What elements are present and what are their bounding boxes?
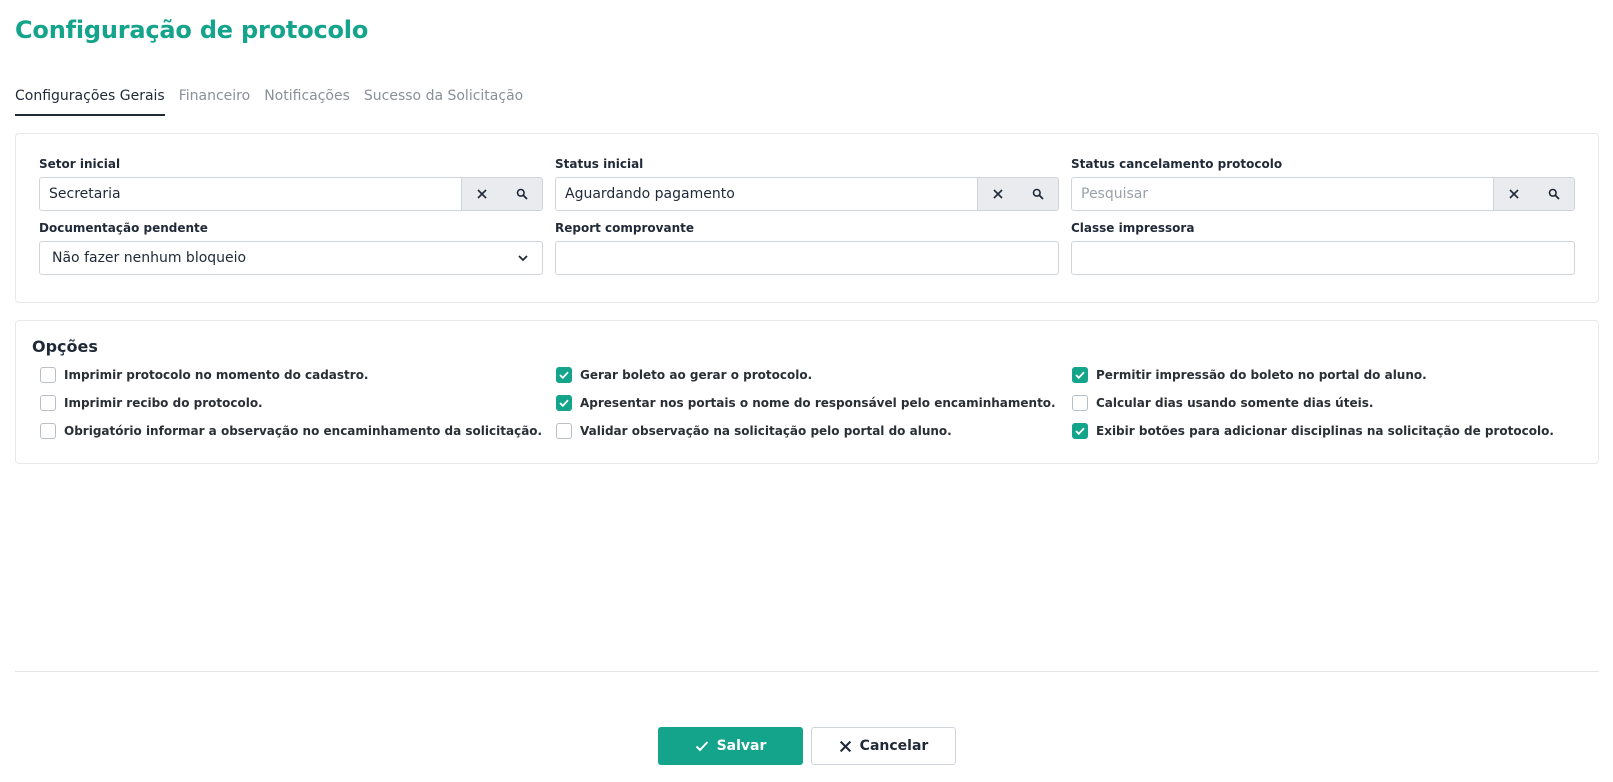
status-cancelamento-field: Status cancelamento protocolo (1071, 157, 1575, 211)
status-cancelamento-input[interactable] (1072, 178, 1493, 210)
documentacao-pendente-value: Não fazer nenhum bloqueio (52, 250, 247, 266)
cancel-button[interactable]: Cancelar (811, 727, 956, 765)
option-calcular-dias-uteis[interactable]: Calcular dias usando somente dias úteis. (1072, 395, 1373, 411)
option-label: Validar observação na solicitação pelo p… (580, 424, 952, 438)
setor-inicial-search-button[interactable] (502, 178, 542, 210)
option-label: Imprimir recibo do protocolo. (64, 396, 263, 410)
status-inicial-search-button[interactable] (1018, 178, 1058, 210)
documentacao-pendente-field: Documentação pendente Não fazer nenhum b… (39, 221, 543, 275)
status-cancelamento-label: Status cancelamento protocolo (1071, 157, 1283, 171)
status-inicial-lookup (555, 177, 1059, 211)
checkbox[interactable] (1072, 395, 1088, 411)
status-inicial-actions (977, 178, 1058, 210)
documentacao-pendente-toggle[interactable] (504, 242, 542, 274)
general-settings-card: Setor inicial Status inicial (15, 133, 1599, 303)
status-inicial-input[interactable] (556, 178, 977, 210)
checkbox[interactable] (556, 395, 572, 411)
report-comprovante-label: Report comprovante (555, 221, 694, 235)
tab-bar: Configurações Gerais Financeiro Notifica… (15, 84, 537, 116)
options-title: Opções (32, 337, 98, 356)
tab-notificacoes[interactable]: Notificações (264, 84, 350, 116)
option-label: Obrigatório informar a observação no enc… (64, 424, 543, 438)
close-icon (839, 740, 851, 752)
option-label: Gerar boleto ao gerar o protocolo. (580, 368, 813, 382)
checkbox[interactable] (1072, 423, 1088, 439)
option-apresentar-responsavel[interactable]: Apresentar nos portais o nome do respons… (556, 395, 1056, 411)
search-icon (1032, 188, 1044, 200)
options-card: Opções Imprimir protocolo no momento do … (15, 320, 1599, 464)
check-icon (1075, 427, 1085, 435)
close-icon (477, 189, 487, 199)
save-button-label: Salvar (716, 738, 767, 754)
tab-financeiro[interactable]: Financeiro (179, 84, 250, 116)
checkbox[interactable] (40, 423, 56, 439)
report-comprovante-field: Report comprovante (555, 221, 1059, 275)
footer-divider (15, 671, 1599, 672)
setor-inicial-actions (461, 178, 542, 210)
setor-inicial-clear-button[interactable] (462, 178, 502, 210)
option-imprimir-recibo[interactable]: Imprimir recibo do protocolo. (40, 395, 263, 411)
option-label: Calcular dias usando somente dias úteis. (1096, 396, 1374, 410)
status-inicial-clear-button[interactable] (978, 178, 1018, 210)
report-comprovante-wrap (555, 241, 1059, 275)
option-permitir-impressao-boleto[interactable]: Permitir impressão do boleto no portal d… (1072, 367, 1427, 383)
option-label: Exibir botões para adicionar disciplinas… (1096, 424, 1554, 438)
cancel-button-label: Cancelar (859, 738, 929, 754)
close-icon (993, 189, 1003, 199)
checkbox[interactable] (556, 423, 572, 439)
status-inicial-field: Status inicial (555, 157, 1059, 211)
check-icon (559, 371, 569, 379)
documentacao-pendente-label: Documentação pendente (39, 221, 208, 235)
option-obrigatorio-observacao[interactable]: Obrigatório informar a observação no enc… (40, 423, 542, 439)
save-button[interactable]: Salvar (658, 727, 803, 765)
option-imprimir-protocolo[interactable]: Imprimir protocolo no momento do cadastr… (40, 367, 369, 383)
classe-impressora-wrap (1071, 241, 1575, 275)
check-icon (695, 741, 708, 752)
chevron-down-icon (518, 255, 528, 262)
classe-impressora-field: Classe impressora (1071, 221, 1575, 275)
page-title: Configuração de protocolo (15, 16, 369, 44)
search-icon (1548, 188, 1560, 200)
checkbox[interactable] (40, 367, 56, 383)
tab-configuracoes-gerais[interactable]: Configurações Gerais (15, 84, 165, 116)
status-cancelamento-search-button[interactable] (1534, 178, 1574, 210)
option-exibir-botoes-disciplinas[interactable]: Exibir botões para adicionar disciplinas… (1072, 423, 1554, 439)
checkbox[interactable] (40, 395, 56, 411)
check-icon (1075, 371, 1085, 379)
status-inicial-label: Status inicial (555, 157, 644, 171)
check-icon (559, 399, 569, 407)
option-label: Imprimir protocolo no momento do cadastr… (64, 368, 369, 382)
option-label: Permitir impressão do boleto no portal d… (1096, 368, 1427, 382)
setor-inicial-field: Setor inicial (39, 157, 543, 211)
status-cancelamento-clear-button[interactable] (1494, 178, 1534, 210)
status-cancelamento-actions (1493, 178, 1574, 210)
search-icon (516, 188, 528, 200)
checkbox[interactable] (556, 367, 572, 383)
status-cancelamento-lookup (1071, 177, 1575, 211)
tab-sucesso-solicitacao[interactable]: Sucesso da Solicitação (364, 84, 523, 116)
option-gerar-boleto[interactable]: Gerar boleto ao gerar o protocolo. (556, 367, 812, 383)
setor-inicial-lookup (39, 177, 543, 211)
option-validar-observacao[interactable]: Validar observação na solicitação pelo p… (556, 423, 952, 439)
checkbox[interactable] (1072, 367, 1088, 383)
documentacao-pendente-select[interactable]: Não fazer nenhum bloqueio (39, 241, 543, 275)
classe-impressora-input[interactable] (1072, 242, 1574, 274)
close-icon (1509, 189, 1519, 199)
report-comprovante-input[interactable] (556, 242, 1058, 274)
option-label: Apresentar nos portais o nome do respons… (580, 396, 1056, 410)
setor-inicial-input[interactable] (40, 178, 461, 210)
classe-impressora-label: Classe impressora (1071, 221, 1195, 235)
setor-inicial-label: Setor inicial (39, 157, 121, 171)
